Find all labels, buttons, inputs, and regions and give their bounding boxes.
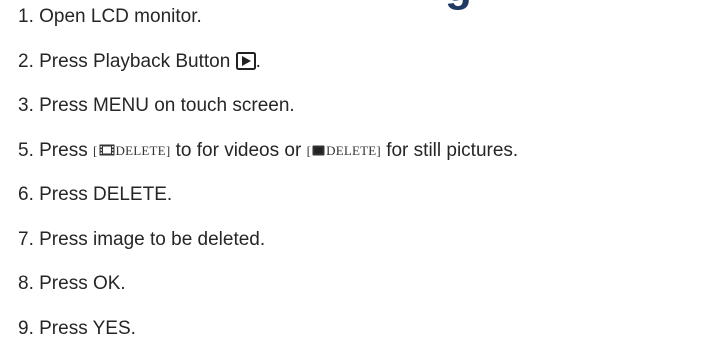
step-1: 1. Open LCD monitor. <box>18 5 202 29</box>
step-9-text: 9. Press YES. <box>18 318 136 339</box>
step-3-text: 3. Press MENU on touch screen. <box>18 95 295 116</box>
step-5-text-after: for still pictures. <box>380 140 519 161</box>
step-2: 2. Press Playback Button . <box>18 50 261 74</box>
step-8-text: 8. Press OK. <box>18 273 126 294</box>
step-2-text-after: . <box>255 51 261 72</box>
step-6: 6. Press DELETE. <box>18 183 172 207</box>
step-3: 3. Press MENU on touch screen. <box>18 94 295 118</box>
step-2-text-before: 2. Press Playback Button <box>18 51 236 72</box>
step-7: 7. Press image to be deleted. <box>18 228 265 252</box>
step-5: 5. Press [DELETE] to for videos or [DELE… <box>18 139 518 163</box>
step-9: 9. Press YES. <box>18 317 136 341</box>
still-picture-icon <box>312 140 325 164</box>
step-6-text: 6. Press DELETE. <box>18 184 173 205</box>
title-fragment-text: g <box>445 0 472 12</box>
step-8: 8. Press OK. <box>18 272 126 296</box>
film-icon <box>99 140 115 164</box>
step-1-text: 1. Open LCD monitor. <box>18 6 202 27</box>
step-5-text-middle: to for videos or <box>170 140 307 161</box>
play-button-icon <box>235 52 256 70</box>
still-delete-menu-label: [DELETE] <box>307 139 381 164</box>
step-7-text: 7. Press image to be deleted. <box>18 229 266 250</box>
step-5-text-before: 5. Press <box>18 140 93 161</box>
video-delete-menu-label: [DELETE] <box>93 139 170 164</box>
